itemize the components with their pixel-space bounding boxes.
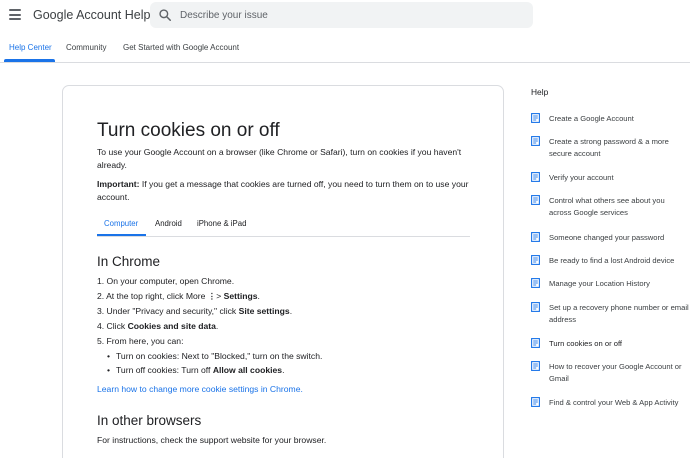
- help-topic-label: Control what others see about you across…: [549, 196, 665, 217]
- help-topic-label: Turn cookies on or off: [549, 339, 623, 348]
- bullet: •: [107, 351, 111, 361]
- help-topic-label: Manage your Location History: [549, 279, 650, 288]
- substep-turn-off: • Turn off cookies: Turn off Allow all co…: [107, 365, 284, 375]
- article-icon: [531, 278, 540, 288]
- substep-turn-on-text: Turn on cookies: Next to "Blocked," turn…: [116, 351, 323, 361]
- step-5: 5. From here, you can:: [97, 336, 184, 346]
- article-icon: [531, 338, 540, 348]
- help-topic-label: Verify your account: [549, 173, 614, 182]
- step-3: 3. Under "Privacy and security," click S…: [97, 306, 292, 316]
- article-icon: [531, 195, 540, 205]
- help-topic-label: Create a strong password & a more secure…: [549, 137, 669, 158]
- substep-turn-off-text: Turn off cookies: Turn off: [116, 365, 213, 375]
- step-4: 4. Click Cookies and site data.: [97, 321, 218, 331]
- step-1: 1. On your computer, open Chrome.: [97, 276, 235, 286]
- tab-help-center[interactable]: Help Center: [9, 43, 52, 52]
- article-icon: [531, 302, 540, 312]
- important-note: Important: If you get a message that coo…: [97, 178, 477, 203]
- step-4-text: 4. Click: [97, 321, 128, 331]
- other-browsers-text: For instructions, check the support webs…: [97, 435, 327, 445]
- step-3-end: .: [289, 306, 293, 316]
- help-topic-label: Set up a recovery phone number or email …: [549, 303, 689, 324]
- hamburger-menu-icon[interactable]: [9, 9, 21, 21]
- other-browsers-heading: In other browsers: [97, 413, 202, 428]
- search-box[interactable]: [150, 2, 533, 28]
- bullet: •: [107, 365, 111, 375]
- step-3-text: 3. Under "Privacy and security," click: [97, 306, 239, 316]
- substep-turn-off-end: .: [282, 365, 285, 375]
- article-icon: [531, 172, 540, 182]
- article-intro: To use your Google Account on a browser …: [97, 147, 462, 170]
- top-app-bar: Google Account Help: [0, 0, 690, 32]
- help-topic-label: Be ready to find a lost Android device: [549, 256, 675, 265]
- help-topic-label: Someone changed your password: [549, 233, 665, 242]
- tab-community[interactable]: Community: [66, 43, 106, 52]
- article-icon: [531, 113, 540, 123]
- search-icon[interactable]: [158, 8, 172, 22]
- article-icon: [531, 255, 540, 265]
- step-2-text: 2. At the top right, click More: [97, 291, 208, 301]
- chrome-heading: In Chrome: [97, 254, 161, 269]
- substep-allow-all: Allow all cookies: [212, 365, 283, 375]
- page-title: Turn cookies on or off: [97, 120, 280, 141]
- article-icon: [531, 361, 540, 371]
- article-icon: [531, 397, 540, 407]
- content-tabs-divider: [97, 236, 470, 237]
- help-topic-label: How to recover your Google Account or Gm…: [549, 362, 682, 383]
- help-topic-label: Find & control your Web & App Activity: [549, 398, 679, 407]
- tab-iphone-ipad[interactable]: iPhone & iPad: [197, 219, 246, 228]
- step-2-settings: Settings: [223, 291, 258, 301]
- tab-computer[interactable]: Computer: [104, 219, 138, 228]
- tab-android[interactable]: Android: [155, 219, 182, 228]
- step-2-arrow: >: [213, 291, 224, 301]
- important-text: If you get a message that cookies are tu…: [97, 179, 469, 202]
- step-4-end: .: [215, 321, 219, 331]
- app-title[interactable]: Google Account Help: [33, 8, 150, 22]
- active-tab-indicator: [4, 59, 55, 62]
- help-topic-label: Create a Google Account: [549, 114, 634, 123]
- step-2: 2. At the top right, click More ⋮ > Sett…: [97, 291, 260, 301]
- article-icon: [531, 136, 540, 146]
- help-nav-tabs: Help Center Community Get Started with G…: [0, 32, 690, 63]
- content-tab-indicator: [97, 234, 146, 236]
- sidebar-heading: Help: [531, 87, 549, 97]
- article-icon: [531, 232, 540, 242]
- step-3-site-settings: Site settings: [238, 306, 290, 316]
- substep-turn-on: • Turn on cookies: Next to "Blocked," tur…: [107, 351, 322, 361]
- step-4-cookies: Cookies and site data: [127, 321, 216, 331]
- step-2-end: .: [257, 291, 260, 301]
- learn-more-chrome-link[interactable]: Learn how to change more cookie settings…: [97, 384, 303, 394]
- tab-get-started[interactable]: Get Started with Google Account: [123, 43, 239, 52]
- search-input[interactable]: [180, 5, 520, 25]
- important-label: Important:: [97, 179, 140, 189]
